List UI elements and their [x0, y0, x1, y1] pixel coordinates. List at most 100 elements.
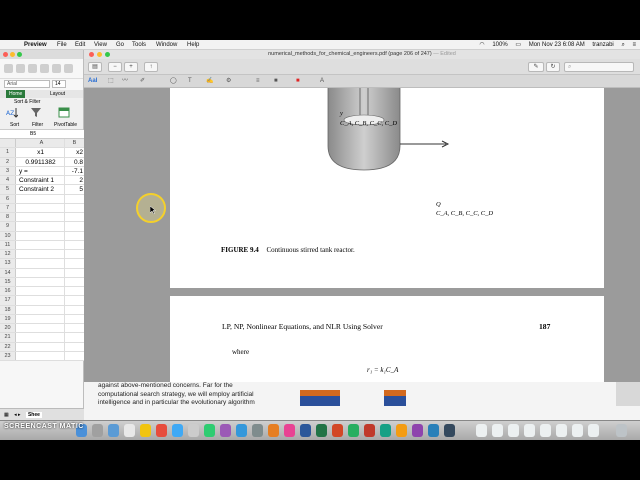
redo-icon[interactable] [64, 64, 73, 73]
pivot-table-icon[interactable] [58, 107, 70, 118]
cell-a[interactable]: x1 [17, 148, 65, 157]
cell-b[interactable] [66, 204, 84, 212]
minimize-button[interactable] [10, 52, 15, 57]
terminal-icon[interactable] [444, 424, 455, 437]
row-header[interactable]: 20 [0, 324, 16, 333]
cell-b[interactable] [66, 343, 84, 351]
cell-a[interactable] [17, 287, 65, 296]
cell-b[interactable]: x2 [66, 148, 84, 156]
user-name[interactable]: tranzabi [592, 42, 613, 48]
name-box[interactable]: B5 [0, 130, 84, 139]
close-button[interactable] [89, 52, 94, 57]
cell-a[interactable] [17, 213, 65, 222]
font-name-field[interactable]: Arial [4, 80, 50, 88]
cell-a[interactable]: Constraint 2 [17, 185, 65, 194]
sidebar-toggle-icon[interactable]: ▤ [88, 62, 102, 72]
row-header[interactable]: 9 [0, 222, 16, 231]
clock[interactable]: Mon Nov 23 6:08 AM [529, 42, 585, 48]
app-store-icon[interactable] [236, 424, 247, 437]
menu-app-name[interactable]: Preview [24, 40, 47, 50]
cell-b[interactable] [66, 213, 84, 221]
cell-a[interactable]: Constraint 1 [17, 176, 65, 185]
cell-b[interactable] [66, 195, 84, 203]
cell-b[interactable] [66, 306, 84, 314]
notes-icon[interactable] [140, 424, 151, 437]
cell-b[interactable] [66, 222, 84, 230]
cell-a[interactable] [17, 296, 65, 305]
cell-a[interactable] [17, 305, 65, 314]
search-field[interactable]: ⌕ [564, 62, 634, 72]
row-header[interactable]: 17 [0, 296, 16, 305]
cell-b[interactable]: -7.1 [66, 167, 84, 175]
facetime-icon[interactable] [204, 424, 215, 437]
row-header[interactable]: 22 [0, 342, 16, 351]
excel-icon[interactable] [316, 424, 327, 437]
row-header[interactable]: 3 [0, 166, 16, 175]
sort-button[interactable]: Sort [10, 122, 19, 128]
shapes-icon[interactable]: ◯ [170, 75, 177, 88]
text-style-icon[interactable]: A [320, 75, 324, 88]
menu-help[interactable]: Help [187, 40, 199, 50]
document-area[interactable]: y C_A, C_B, C_C, C_D Q C_A, C_B, C_C, C_… [84, 88, 640, 382]
keynote-icon[interactable] [396, 424, 407, 437]
cell-a[interactable] [17, 333, 65, 342]
safari-icon[interactable] [108, 424, 119, 437]
trash-icon[interactable] [616, 424, 627, 437]
pivot-table-button[interactable]: PivotTable [54, 122, 77, 128]
cell-b[interactable] [66, 324, 84, 332]
share-icon[interactable]: ↑ [144, 62, 158, 72]
document-icon[interactable] [524, 424, 535, 437]
menu-window[interactable]: Window [156, 40, 177, 50]
cell-a[interactable] [17, 324, 65, 333]
pages-icon[interactable] [268, 424, 279, 437]
font-size-field[interactable]: 14 [52, 80, 66, 88]
filter-button[interactable]: Filter [32, 122, 43, 128]
cell-a[interactable] [17, 351, 65, 360]
sheet-nav-icon[interactable]: ◂ ▸ [14, 412, 20, 418]
zoom-button[interactable] [17, 52, 22, 57]
background-document[interactable]: against above-mentioned concerns. Far fo… [84, 382, 640, 420]
row-header[interactable]: 7 [0, 203, 16, 212]
word-icon[interactable] [300, 424, 311, 437]
cell-b[interactable] [66, 232, 84, 240]
cell-a[interactable] [17, 203, 65, 212]
cell-b[interactable]: 2 [66, 176, 84, 184]
system-preferences-icon[interactable] [252, 424, 263, 437]
text-select-tool[interactable]: AaI [88, 75, 97, 88]
music-icon[interactable] [284, 424, 295, 437]
fill-color-icon[interactable]: ■ [296, 75, 300, 88]
cell-a[interactable] [17, 250, 65, 259]
tab-home[interactable]: Home [6, 90, 26, 98]
cell-b[interactable] [66, 250, 84, 258]
new-icon[interactable] [4, 64, 13, 73]
tab-layout[interactable]: Layout [50, 90, 65, 98]
maps-icon[interactable] [348, 424, 359, 437]
filter-icon[interactable] [30, 107, 42, 118]
undo-icon[interactable] [52, 64, 61, 73]
skype-icon[interactable] [172, 424, 183, 437]
sort-icon[interactable]: AZ [6, 107, 18, 118]
cell-b[interactable] [66, 259, 84, 267]
cell-a[interactable] [17, 314, 65, 323]
text-icon[interactable]: T [188, 75, 192, 88]
wifi-icon[interactable]: ◠ [479, 42, 484, 48]
rect-select-icon[interactable]: ⬚ [108, 75, 114, 88]
normal-view-icon[interactable]: ▦ [4, 412, 9, 418]
battery-percent[interactable]: 100% [492, 42, 507, 48]
cell-b[interactable] [66, 278, 84, 286]
cell-a[interactable] [17, 240, 65, 249]
sheet-tab[interactable]: Shee [25, 412, 42, 418]
row-header[interactable]: 12 [0, 250, 16, 259]
numbers-icon[interactable] [380, 424, 391, 437]
close-button[interactable] [3, 52, 8, 57]
document-icon[interactable] [556, 424, 567, 437]
scrollbar-area[interactable] [616, 382, 640, 406]
row-header[interactable]: 18 [0, 305, 16, 314]
photos-icon[interactable] [220, 424, 231, 437]
menu-file[interactable]: File [57, 40, 67, 50]
menu-go[interactable]: Go [116, 40, 124, 50]
sign-icon[interactable]: ✍ [206, 75, 213, 88]
menu-tools[interactable]: Tools [132, 40, 146, 50]
row-header[interactable]: 2 [0, 157, 16, 166]
cell-a[interactable] [17, 342, 65, 351]
